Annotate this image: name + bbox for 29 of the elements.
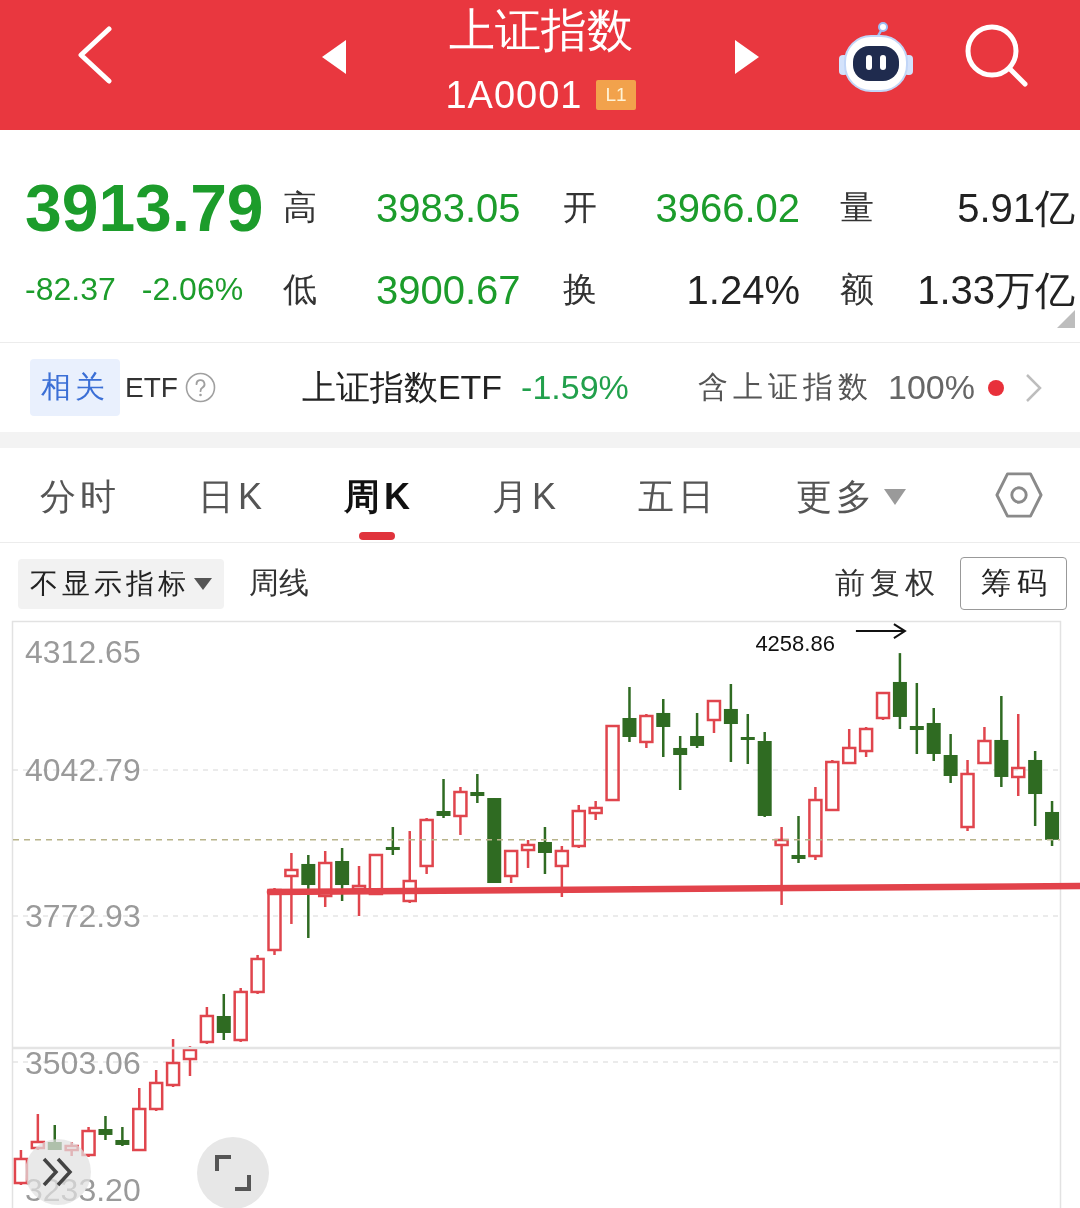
stat-label: 量 — [840, 189, 874, 227]
stat-label: 开 — [563, 189, 597, 227]
index-code: 1A0001 — [445, 75, 583, 115]
stat-label: 换 — [563, 271, 597, 309]
holding-label: 含上证指数 — [698, 369, 874, 405]
stat-value: 3983.05 — [376, 186, 521, 230]
high-price-label: 4258.86 — [755, 631, 835, 657]
stat-label: 高 — [283, 189, 317, 227]
percent-change: -2.06% — [141, 272, 244, 308]
etf-label: ETF — [125, 371, 178, 404]
period-label: 周线 — [249, 565, 309, 601]
stat-label: 额 — [840, 271, 874, 309]
related-tag: 相关 — [30, 359, 120, 416]
y-axis-label: 4312.65 — [25, 634, 141, 670]
stat-value: 3966.02 — [655, 186, 800, 230]
level-badge: L1 — [596, 80, 636, 110]
y-axis-label: 4042.79 — [25, 752, 141, 789]
stat-value: 1.33万亿 — [917, 268, 1075, 312]
holding-share: 100% — [888, 368, 975, 407]
y-axis-label: 3772.93 — [25, 898, 141, 935]
stat-label: 低 — [283, 271, 317, 309]
etf-change: -1.59% — [521, 368, 629, 407]
y-axis-label: 3503.06 — [25, 1044, 141, 1081]
last-price: 3913.79 — [25, 175, 264, 241]
stat-value: 5.91亿 — [957, 186, 1075, 230]
price-change: -82.37 — [25, 272, 116, 308]
stat-value: 1.24% — [686, 268, 800, 312]
page-title: 上证指数 — [448, 4, 633, 56]
stat-value: 3900.67 — [376, 268, 521, 312]
